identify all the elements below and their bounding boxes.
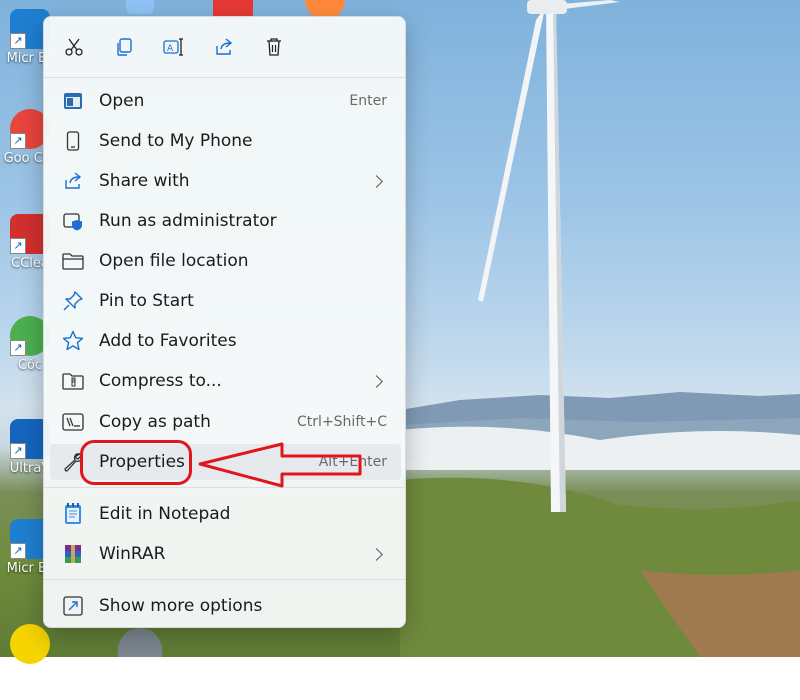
more-options-icon [62,595,84,617]
menu-separator [44,77,405,78]
rename-button[interactable]: A [156,29,192,65]
menu-item-pin-to-start[interactable]: Pin to Start [50,283,401,319]
menu-item-label: Edit in Notepad [99,504,231,524]
menu-item-label: Pin to Start [99,291,194,311]
menu-item-edit-in-notepad[interactable]: Edit in Notepad [50,496,401,532]
share-with-icon [62,170,84,192]
scissors-icon [65,38,83,56]
menu-item-show-more-options[interactable]: Show more options [50,588,401,624]
cut-button[interactable] [56,29,92,65]
check-app-icon [10,624,50,664]
partial-desktop-icon [126,0,154,14]
menu-item-open-file-location[interactable]: Open file location [50,243,401,279]
star-icon [62,330,84,352]
chevron-right-icon [370,547,383,561]
menu-item-label: Open file location [99,251,249,271]
quick-actions-bar: A [44,29,405,69]
share-button[interactable] [206,29,242,65]
menu-item-copy-as-path[interactable]: Copy as path Ctrl+Shift+C [50,404,401,440]
menu-separator [44,487,405,488]
copy-path-icon [62,411,84,433]
menu-item-shortcut: Enter [349,93,387,109]
desktop-icon-bottom[interactable] [0,620,60,700]
menu-item-label: Show more options [99,596,263,616]
svg-text:A: A [167,44,174,54]
share-icon [216,38,233,55]
menu-item-shortcut: Ctrl+Shift+C [297,414,387,430]
annotation-highlight-oval [80,440,192,485]
menu-item-label: Send to My Phone [99,131,253,151]
notepad-icon [62,503,84,525]
winrar-icon [62,543,84,565]
menu-item-winrar[interactable]: WinRAR [50,536,401,572]
copy-button[interactable] [106,29,142,65]
menu-item-label: Run as administrator [99,211,277,231]
menu-separator [44,579,405,580]
shield-icon [62,210,84,232]
menu-item-label: WinRAR [99,544,166,564]
menu-item-send-to-phone[interactable]: Send to My Phone [50,123,401,159]
menu-item-share-with[interactable]: Share with [50,163,401,199]
menu-item-label: Add to Favorites [99,331,237,351]
phone-icon [62,130,84,152]
menu-item-label: Share with [99,171,190,191]
trash-icon [267,38,281,56]
menu-item-label: Copy as path [99,412,211,432]
menu-item-shortcut: Alt+Enter [318,454,387,470]
menu-item-label: Compress to... [99,371,222,391]
rename-icon: A [163,38,183,56]
zip-folder-icon [62,370,84,392]
copy-icon [117,38,132,56]
menu-item-label: Open [99,91,145,111]
folder-icon [62,250,84,272]
pin-icon [62,290,84,312]
delete-button[interactable] [256,29,292,65]
menu-item-open[interactable]: Open Enter [50,83,401,119]
chevron-right-icon [370,374,383,388]
menu-item-run-as-admin[interactable]: Run as administrator [50,203,401,239]
open-app-icon [62,90,84,112]
desktop-icon-label: Cốc [17,358,43,373]
menu-item-add-to-favorites[interactable]: Add to Favorites [50,323,401,359]
menu-item-compress-to[interactable]: Compress to... [50,363,401,399]
chevron-right-icon [370,174,383,188]
context-menu: A Open Enter Send to My Phone Share with… [43,16,406,628]
